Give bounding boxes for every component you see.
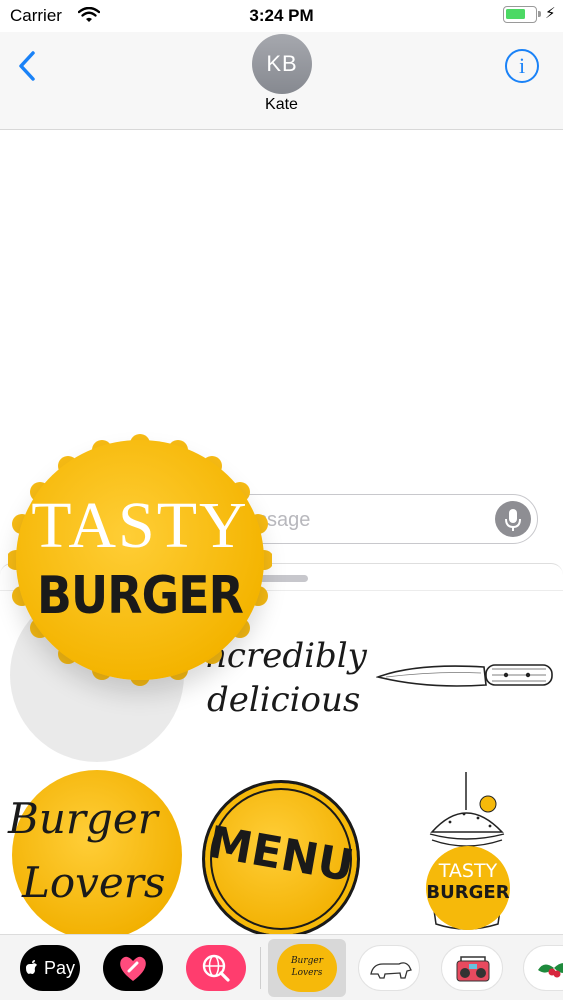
burger-lovers-app-icon: Burger Lovers [277,944,337,992]
conversation-header: KB Kate i [0,32,563,130]
bear-icon[interactable] [358,945,420,991]
sticker-lovers-line2: Lovers [22,858,166,907]
holly-icon[interactable] [523,945,563,991]
battery-level-fill [506,9,525,19]
burger-lovers-app-selected[interactable]: Burger Lovers [268,939,346,997]
sticker-tower-line2: BURGER [426,882,510,903]
tasty-sticker-line1: TASTY [31,489,249,562]
microphone-icon[interactable] [495,501,531,537]
boombox-icon[interactable] [441,945,503,991]
battery-icon [503,6,541,23]
app-drawer-divider [260,947,261,989]
sticker-burger-lovers[interactable]: Burger Lovers [8,770,182,940]
knife-icon[interactable] [375,655,556,695]
chevron-left-icon[interactable] [14,49,42,83]
info-icon[interactable]: i [505,49,539,83]
charging-bolt-icon: ⚡ [545,5,556,22]
apple-pay-label: Pay [43,958,76,978]
imessage-app-drawer: Pay Burger Lovers [0,934,563,1000]
heart-icon[interactable] [103,945,163,991]
globe-search-icon[interactable] [186,945,246,991]
contact-avatar[interactable]: KB [252,34,312,94]
apple-pay-app[interactable]: Pay [20,945,80,991]
burger-app-line1: Burger [290,956,324,966]
sticker-incredibly-line2[interactable]: delicious [207,680,360,720]
tasty-sticker-line2: BURGER [36,566,244,626]
sticker-tasty-burger-small[interactable]: TASTY BURGER [426,846,510,930]
sticker-lovers-line1: Burger [8,794,158,843]
burger-app-line2: Lovers [291,968,323,978]
sticker-tower-line1: TASTY [438,860,498,882]
contact-name[interactable]: Kate [0,96,563,114]
sticker-menu[interactable]: MENU [202,780,360,938]
sticker-menu-label: MENU [204,816,358,893]
tasty-burger-sticker-dragged[interactable]: TASTY BURGER [16,440,264,680]
status-bar: Carrier 3:24 PM ⚡ [0,0,563,32]
status-time: 3:24 PM [249,6,314,25]
apple-icon [25,958,44,978]
battery-nub [538,11,541,17]
